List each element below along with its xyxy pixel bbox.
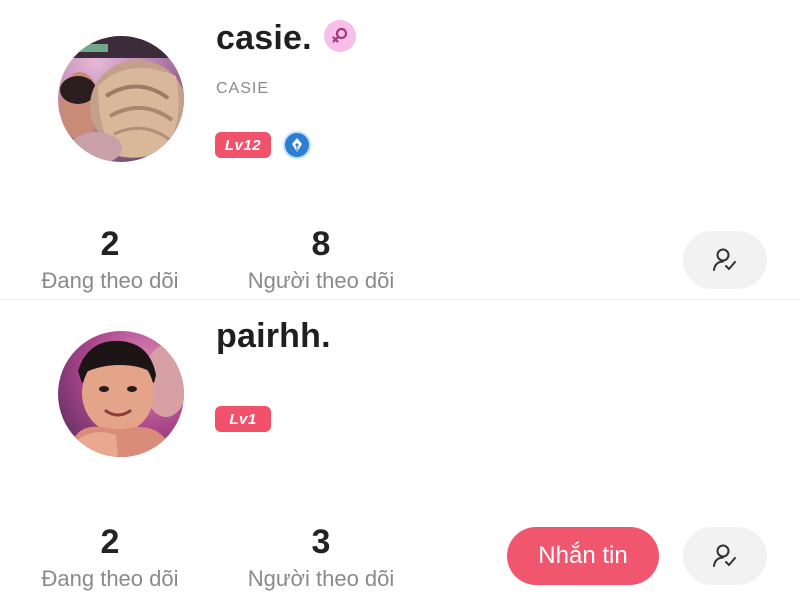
badge-row: Lv1 <box>215 406 271 432</box>
avatar-photo <box>58 331 184 457</box>
message-button[interactable]: Nhắn tin <box>507 527 659 585</box>
avatar[interactable] <box>58 331 184 457</box>
username: CASIE <box>216 80 270 97</box>
level-badge: Lv1 <box>215 406 271 432</box>
follow-status-button[interactable] <box>683 527 767 585</box>
following-label: Đang theo dõi <box>41 268 179 293</box>
following-stat[interactable]: 2 Đang theo dõi <box>10 224 210 294</box>
avatar-photo <box>58 36 184 162</box>
avatar[interactable] <box>58 36 184 162</box>
followers-label: Người theo dõi <box>247 566 395 591</box>
following-stat[interactable]: 2 Đang theo dõi <box>10 522 210 592</box>
profile-card: casie. CASIE Lv12 2 Đang theo dõi 8 Ngườ… <box>0 0 800 300</box>
followers-stat[interactable]: 3 Người theo dõi <box>221 522 421 592</box>
badge-row: Lv12 <box>215 131 311 159</box>
female-symbol-icon <box>323 20 356 52</box>
display-name: pairhh. <box>216 317 331 355</box>
pen-nib-icon[interactable] <box>283 131 311 159</box>
profile-card: pairhh. Lv1 2 Đang theo dõi 3 Người theo… <box>0 300 800 600</box>
followers-count: 3 <box>311 523 331 561</box>
followers-label: Người theo dõi <box>247 268 395 293</box>
level-badge: Lv12 <box>215 132 271 158</box>
follow-status-button[interactable] <box>683 231 767 289</box>
followers-stat[interactable]: 8 Người theo dõi <box>221 224 421 294</box>
display-name: casie. <box>216 19 312 57</box>
following-count: 2 <box>100 523 120 561</box>
following-count: 2 <box>100 225 120 263</box>
profile-list: casie. CASIE Lv12 2 Đang theo dõi 8 Ngườ… <box>0 0 800 600</box>
user-check-icon <box>713 544 736 567</box>
name-row: casie. <box>216 18 356 58</box>
name-row: pairhh. <box>216 316 331 356</box>
user-check-icon <box>713 248 736 271</box>
followers-count: 8 <box>311 225 331 263</box>
following-label: Đang theo dõi <box>41 566 179 591</box>
